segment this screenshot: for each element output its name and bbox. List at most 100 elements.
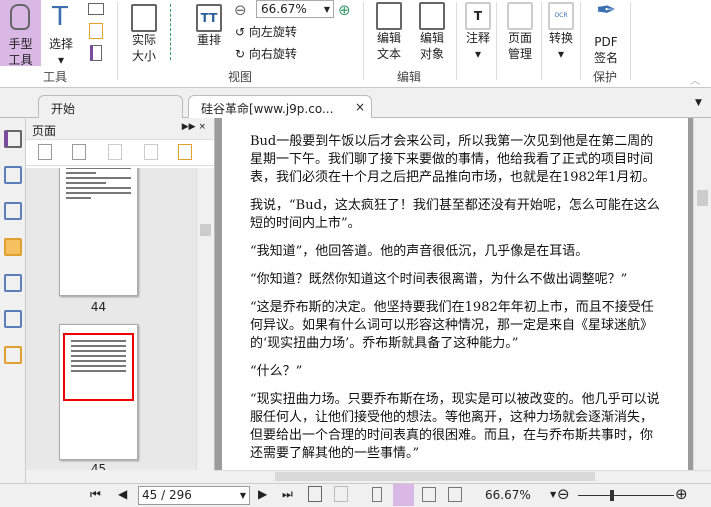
reflow-button[interactable]: TT 重排	[192, 4, 226, 48]
paragraph: “现实扭曲力场。只要乔布斯在场，现实是可以被改变的。他几乎可以说服任何人，让他们…	[250, 392, 660, 461]
rotate-right-label: 向右旋转	[248, 47, 297, 61]
clipboard-icon	[89, 23, 103, 39]
divider	[580, 2, 581, 80]
page-thumbnail[interactable]	[59, 168, 138, 296]
zoom-slider[interactable]	[578, 490, 674, 501]
divider	[630, 2, 631, 80]
rotate-right-button[interactable]: ↻ 向右旋转	[235, 45, 297, 62]
bookmarks-icon[interactable]	[4, 166, 22, 184]
ribbon: 手型 工具 选择 ▾ T 工具 实际 大小 TT 重排 ⊖ 66.67% ▼ ⊕ ↺ …	[0, 0, 711, 88]
continuous-facing-icon[interactable]	[448, 487, 462, 502]
paragraph: “这是乔布斯的决定。他坚持要我们在1982年年初上市，而且不接受任何异议。如果有…	[250, 300, 654, 351]
paragraph: 我说，“Bud，这太疯狂了！我们甚至都还没有开始呢，怎么可能在这么短的时间内上市…	[250, 198, 660, 231]
page-icon	[90, 45, 102, 61]
security-lock-icon[interactable]	[4, 346, 22, 364]
pdf-sign-button[interactable]: ✒ PDF 签名	[586, 0, 626, 66]
attachments-icon[interactable]	[4, 274, 22, 292]
first-page-icon[interactable]: ⏮	[90, 487, 101, 502]
actual-size-button[interactable]: 实际 大小	[124, 4, 164, 64]
edit-text-button[interactable]: 编辑 文本	[372, 2, 406, 62]
paragraph: “我知道”，他回答道。他的声音很低沉，几乎像是在耳语。	[250, 244, 589, 259]
panel-collapse-icon[interactable]: ▶▶ ×	[182, 122, 206, 132]
page-fit-icon	[131, 4, 157, 32]
fit-page-icons	[170, 4, 182, 60]
next-view-icon[interactable]	[334, 486, 348, 502]
prev-page-icon[interactable]: ◀	[118, 487, 127, 501]
page-rotate-icon	[507, 2, 533, 30]
edit-object-button[interactable]: 编辑 对象	[412, 2, 452, 62]
close-icon[interactable]: ×	[355, 100, 365, 114]
annotate-button[interactable]: T 注释 ▾	[462, 2, 494, 62]
zoom-in-icon[interactable]: ⊕	[338, 1, 351, 19]
status-bar: ⏮ ◀ 45 / 296 ▼ ▶ ⏭ 66.67% ▼ ⊖ ⊕	[0, 483, 711, 507]
document-horizontal-scrollbar[interactable]	[215, 470, 711, 483]
insert-page-icon[interactable]	[108, 144, 122, 160]
zoom-thumb-in-icon[interactable]	[38, 144, 52, 160]
signatures-icon[interactable]	[4, 310, 22, 328]
tab-document-label: 硅谷革命[www.j9p.co...	[201, 102, 334, 116]
thumb-label: 45	[90, 462, 107, 470]
page-number: 45 / 296	[142, 488, 192, 502]
tab-list-dropdown-icon[interactable]: ▼	[695, 98, 702, 108]
page-number-field[interactable]: 45 / 296 ▼	[138, 486, 250, 505]
annotate-label: 注释	[465, 31, 490, 45]
divider	[496, 2, 497, 80]
edit-text-label: 编辑 文本	[376, 31, 401, 61]
tab-document[interactable]: 硅谷革命[www.j9p.co... ×	[188, 95, 372, 118]
hand-icon	[10, 4, 30, 30]
last-page-icon[interactable]: ⏭	[282, 487, 293, 502]
reflow-label: 重排	[196, 33, 221, 47]
side-icon-strip	[0, 118, 26, 483]
rotate-left-button[interactable]: ↺ 向左旋转	[235, 23, 297, 40]
paragraph: Bud一般要到午饭以后才会来公司，所以我第一次见到他是在第二周的星期一下午。我们…	[250, 134, 656, 185]
rotate-left-label: 向左旋转	[248, 25, 297, 39]
select-label: 选择	[48, 37, 73, 51]
single-page-icon[interactable]	[372, 487, 382, 502]
zoom-dropdown-icon[interactable]: ▼	[550, 490, 556, 499]
pages-icon[interactable]	[4, 130, 22, 148]
pages-panel: 页面 ▶▶ × 44 45	[26, 118, 215, 470]
collapse-ribbon-icon[interactable]: ︿	[690, 72, 700, 87]
tab-start[interactable]: 开始	[38, 95, 183, 118]
zoom-in-icon[interactable]: ⊕	[675, 485, 688, 503]
page-manage-button[interactable]: 页面 管理	[500, 2, 540, 62]
document-vertical-scrollbar[interactable]	[693, 118, 711, 470]
document-page: Bud一般要到午饭以后才会来公司，所以我第一次见到他是在第二周的星期一下午。我们…	[222, 118, 688, 470]
facing-page-icon[interactable]	[422, 487, 436, 502]
new-page-icon[interactable]	[178, 144, 192, 160]
zoom-select[interactable]: 66.67% ▼	[256, 0, 334, 18]
divider	[456, 2, 457, 80]
ocr-icon: OCR	[548, 2, 574, 30]
panel-title: 页面	[32, 124, 57, 138]
zoom-out-icon[interactable]: ⊖	[234, 1, 247, 19]
annotate-icon: T	[465, 2, 491, 30]
camera-icon	[88, 3, 104, 15]
zoom-level[interactable]: 66.67%	[485, 488, 531, 502]
zoom-out-icon[interactable]: ⊖	[557, 485, 570, 503]
paragraph: “什么？”	[250, 364, 303, 379]
divider	[541, 2, 542, 80]
continuous-page-icon[interactable]	[393, 484, 414, 506]
pdf-sign-label: PDF 签名	[593, 35, 618, 65]
page-manage-label: 页面 管理	[507, 31, 532, 61]
text-cursor-icon: T	[52, 2, 68, 32]
zoom-value: 66.67%	[261, 2, 307, 16]
select-button[interactable]: 选择 ▾	[46, 36, 76, 68]
next-page-icon[interactable]: ▶	[258, 487, 267, 501]
edit-text-icon	[376, 2, 402, 30]
panel-scrollbar[interactable]	[196, 168, 214, 470]
protect-group-label: 保护	[593, 70, 618, 84]
tab-bar: 开始 硅谷革命[www.j9p.co... × ▼	[0, 88, 711, 118]
divider	[363, 2, 364, 80]
thumb-label: 44	[90, 300, 107, 314]
convert-label: 转换	[548, 31, 573, 45]
extract-page-icon[interactable]	[144, 144, 158, 160]
zoom-thumb-out-icon[interactable]	[72, 144, 86, 160]
convert-button[interactable]: OCR 转换 ▾	[545, 2, 577, 62]
previous-view-icon[interactable]	[308, 486, 322, 502]
comments-icon[interactable]	[4, 238, 22, 256]
layers-icon[interactable]	[4, 202, 22, 220]
document-view: Bud一般要到午饭以后才会来公司，所以我第一次见到他是在第二周的星期一下午。我们…	[215, 118, 693, 470]
edit-object-icon	[419, 2, 445, 30]
page-thumbnail-selected[interactable]	[59, 324, 138, 460]
